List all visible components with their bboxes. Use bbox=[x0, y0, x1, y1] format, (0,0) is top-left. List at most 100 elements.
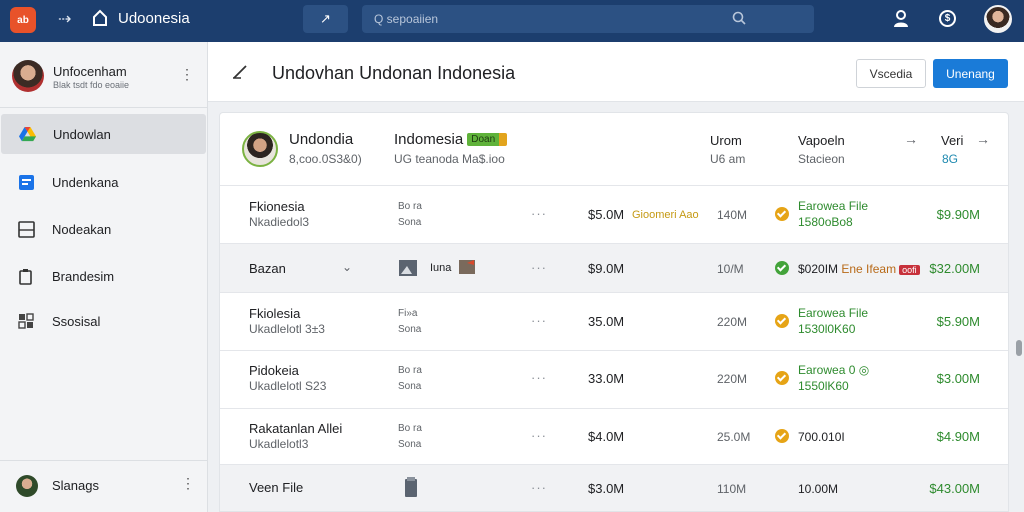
arrow-right-icon[interactable]: → bbox=[904, 131, 918, 147]
sidebar-item-label: Brandesim bbox=[52, 268, 115, 284]
row-status-sub: 1580oBo8 bbox=[798, 215, 853, 229]
row-status-label: Earowea File bbox=[798, 306, 869, 320]
status-warning-icon bbox=[775, 314, 789, 328]
table-row[interactable]: Bazan ⌄ Iuna ··· $9.0M 10/M $020IM Ene I… bbox=[220, 244, 1008, 293]
row-total: $3.00M bbox=[936, 371, 980, 386]
sidebar-profile[interactable]: Unfocenham Blak tsdt fdo eoaiie ⋮ bbox=[0, 42, 207, 108]
more-horizontal-icon[interactable]: ··· bbox=[531, 428, 547, 443]
row-qty: 220M bbox=[717, 315, 748, 329]
sidebar-item-label: Undenkana bbox=[52, 174, 119, 190]
table-row[interactable]: Fkionesia Nkadiedol3 Bo ra Sona ··· $5.0… bbox=[220, 186, 1008, 244]
edit-icon[interactable] bbox=[232, 62, 250, 80]
header-col-2-sub: UG teanoda Ma$.ioo bbox=[394, 152, 505, 166]
expand-arrow-icon[interactable]: ⇢ bbox=[58, 9, 71, 29]
table-row[interactable]: Pidokeia Ukadlelotl S23 Bo ra Sona ··· 3… bbox=[220, 351, 1008, 409]
sidebar-item-nodeakan[interactable]: Nodeakan bbox=[0, 209, 207, 249]
column-subheader: Stacieon bbox=[798, 152, 845, 166]
sidebar-item-undowlan[interactable]: Undowlan bbox=[1, 114, 206, 154]
avatar bbox=[242, 131, 278, 167]
file-label: Fi»a bbox=[398, 308, 418, 319]
row-title: Fkiolesia bbox=[249, 306, 301, 321]
more-horizontal-icon[interactable]: ··· bbox=[531, 206, 547, 221]
billing-icon[interactable]: $ bbox=[939, 10, 956, 27]
row-status-label: $020IM Ene Ifeam oofi bbox=[798, 262, 920, 276]
row-amount: $4.0M bbox=[588, 429, 625, 444]
card-header: Undondia 8,coo.0S3&0) Indomesia Doan UG t… bbox=[220, 113, 1008, 186]
status-check-icon bbox=[775, 261, 789, 275]
grid-icon bbox=[18, 312, 34, 329]
table-row[interactable]: Rakatanlan Allei Ukadlelotl3 Bo ra Sona … bbox=[220, 409, 1008, 465]
row-status-label: Earowea File bbox=[798, 199, 869, 213]
sidebar-item-label: Nodeakan bbox=[52, 221, 112, 237]
status-warning-icon bbox=[775, 429, 789, 443]
file-label: Bo ra bbox=[398, 423, 422, 434]
primary-button[interactable]: Unenang bbox=[933, 59, 1008, 88]
header-col-2-label: Indomesia bbox=[394, 131, 464, 148]
sidebar-item-label: Ssosisal bbox=[52, 313, 101, 329]
row-status-label: 700.010I bbox=[798, 430, 845, 444]
row-amount: $9.0M bbox=[588, 261, 625, 276]
sidebar: Unfocenham Blak tsdt fdo eoaiie ⋮ Undowl… bbox=[0, 42, 208, 512]
row-title: Pidokeia bbox=[249, 363, 299, 378]
row-subtitle: Ukadlelotl 3±3 bbox=[249, 322, 325, 336]
status-badge: oofi bbox=[899, 265, 920, 275]
row-subtitle: Ukadlelotl S23 bbox=[249, 379, 327, 393]
column-header[interactable]: Veri bbox=[941, 133, 963, 148]
more-vertical-icon[interactable]: ⋮ bbox=[181, 475, 195, 492]
chevron-down-icon[interactable]: ⌄ bbox=[342, 260, 352, 274]
more-horizontal-icon[interactable]: ··· bbox=[531, 313, 547, 328]
row-total: $5.90M bbox=[936, 314, 980, 329]
search-icon[interactable] bbox=[732, 11, 746, 25]
row-qty: 110M bbox=[717, 482, 747, 496]
secondary-button[interactable]: Vscedia bbox=[856, 59, 926, 88]
row-qty: 220M bbox=[717, 372, 748, 386]
sidebar-item-brandesim[interactable]: Brandesim bbox=[0, 256, 207, 296]
row-subtitle: Nkadiedol3 bbox=[249, 215, 310, 229]
header-col-2: Indomesia Doan bbox=[394, 131, 508, 148]
header-name: Undondia bbox=[289, 131, 354, 148]
more-horizontal-icon[interactable]: ··· bbox=[531, 370, 547, 385]
file-sub: Sona bbox=[398, 217, 422, 228]
header-sub: 8,coo.0S3&0) bbox=[289, 152, 362, 166]
sidebar-footer[interactable]: Slanags ⋮ bbox=[0, 460, 207, 512]
more-vertical-icon[interactable]: ⋮ bbox=[180, 66, 194, 83]
user-avatar[interactable] bbox=[984, 5, 1012, 33]
table-row[interactable]: Veen File ··· $3.0M 110M 10.00M $43.00M bbox=[220, 465, 1008, 511]
arrow-right-icon[interactable]: → bbox=[976, 131, 990, 147]
row-status-note: Ene Ifeam bbox=[841, 262, 897, 276]
search-input[interactable] bbox=[374, 12, 714, 26]
sidebar-item-ssosisal[interactable]: Ssosisal bbox=[0, 301, 207, 341]
search-bar[interactable] bbox=[362, 5, 814, 33]
row-amount: $3.0M bbox=[588, 481, 625, 496]
column-subheader: U6 am bbox=[710, 152, 746, 166]
home-icon[interactable] bbox=[92, 9, 108, 27]
profile-name: Unfocenham bbox=[53, 64, 127, 79]
column-header[interactable]: Vapoeln bbox=[798, 133, 845, 148]
more-horizontal-icon[interactable]: ··· bbox=[531, 260, 547, 275]
row-amount: $5.0M bbox=[588, 207, 625, 222]
document-icon bbox=[19, 174, 34, 190]
image-file-icon bbox=[399, 260, 417, 276]
row-tag: Gioomeri Aao bbox=[632, 209, 699, 221]
app-logo[interactable]: ab bbox=[10, 7, 36, 33]
file-label: Iuna bbox=[430, 262, 452, 274]
column-header[interactable]: Urom bbox=[710, 133, 742, 148]
row-qty: 10/M bbox=[717, 262, 744, 276]
more-horizontal-icon[interactable]: ··· bbox=[531, 480, 547, 495]
row-title: Veen File bbox=[249, 480, 304, 495]
row-amount: 33.0M bbox=[588, 371, 625, 386]
avatar bbox=[12, 60, 44, 92]
row-total: $4.90M bbox=[936, 429, 980, 444]
status-warning-icon bbox=[775, 207, 789, 221]
row-status-label: 10.00M bbox=[798, 482, 839, 496]
user-icon[interactable] bbox=[893, 10, 909, 28]
scrollbar-thumb[interactable] bbox=[1016, 340, 1022, 356]
table-row[interactable]: Fkiolesia Ukadlelotl 3±3 Fi»a Sona ··· 3… bbox=[220, 293, 1008, 351]
image-icon bbox=[18, 220, 35, 238]
file-sub: Sona bbox=[398, 439, 422, 450]
sidebar-item-undenkana[interactable]: Undenkana bbox=[0, 162, 207, 202]
status-warning-icon bbox=[775, 371, 789, 385]
google-drive-icon bbox=[19, 126, 36, 141]
expand-button[interactable]: ↗ bbox=[303, 5, 348, 33]
expand-icon: ↗ bbox=[320, 11, 331, 26]
